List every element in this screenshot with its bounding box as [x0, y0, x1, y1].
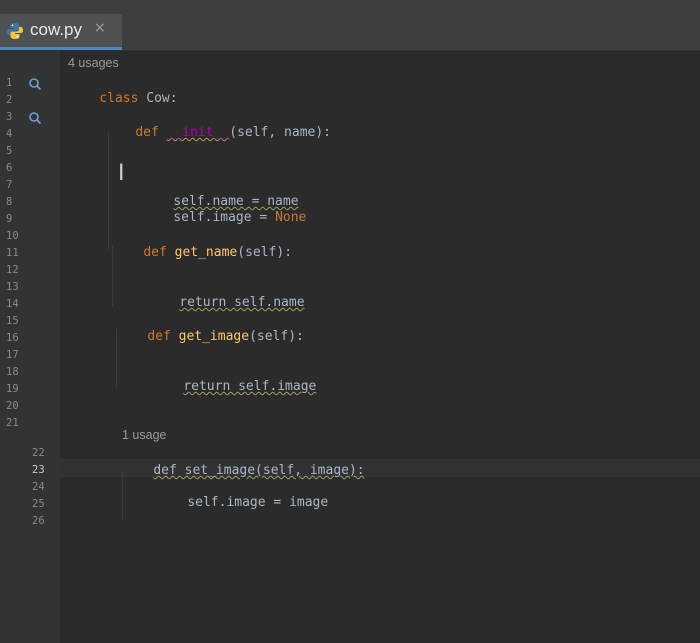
python-icon	[7, 23, 23, 39]
function-name: __init__	[166, 125, 230, 140]
usages-icon[interactable]	[28, 77, 42, 91]
function-name: get_image	[178, 329, 250, 344]
line-number: 18	[6, 366, 19, 378]
params: (self, name):	[229, 125, 331, 140]
tab-label: cow.py	[30, 20, 82, 39]
code-line-24: self.image = image	[156, 476, 328, 530]
attribute: self.image	[187, 495, 266, 510]
code-line-15: def get_image(self):	[116, 310, 304, 364]
assign-operator: =	[251, 210, 276, 225]
line-number: 10	[6, 230, 19, 242]
line-number-gutter: 1 2 3 4 5 6 7 8 9 10 11 12 13 14 15 16 1…	[0, 51, 60, 643]
usages-hint[interactable]: 1 usage	[122, 428, 166, 442]
keyword-def: def	[135, 125, 159, 140]
keyword-def: def	[147, 329, 171, 344]
line-number: 12	[6, 264, 19, 276]
line-number: 20	[6, 400, 19, 412]
keyword-class: class	[99, 91, 139, 106]
line-number: 17	[6, 349, 19, 361]
line-number: 11	[6, 247, 19, 259]
line-number: 13	[6, 281, 19, 293]
params: (self):	[249, 329, 304, 344]
statement: return self.name	[179, 295, 305, 310]
line-number: 14	[6, 298, 19, 310]
code-line-18: return self.image	[152, 360, 316, 414]
usages-icon[interactable]	[28, 111, 42, 125]
params: (self):	[237, 245, 293, 260]
line-number: 9	[6, 213, 13, 225]
value: image	[289, 495, 329, 510]
usages-hint[interactable]: 4 usages	[68, 56, 119, 70]
line-number: 6	[6, 162, 13, 174]
statement: return self.image	[183, 379, 317, 394]
tab-bar: cow.py ×	[0, 0, 700, 51]
line-number: 5	[6, 145, 13, 157]
line-number: 16	[6, 332, 19, 344]
attribute: self.image	[173, 210, 252, 225]
assign-operator: =	[265, 495, 290, 510]
keyword-def: def	[143, 245, 167, 260]
line-number: 2	[6, 94, 13, 106]
line-number: 19	[6, 383, 19, 395]
line-number: 21	[6, 417, 19, 429]
code-editor[interactable]: 4 usages class Cow: def __init__(self, n…	[60, 51, 700, 643]
code-line-10: def get_name(self):	[112, 226, 292, 280]
tab-cow-py[interactable]: cow.py ×	[0, 14, 122, 50]
close-icon[interactable]: ×	[94, 20, 106, 36]
text-cursor-icon: I	[118, 161, 125, 186]
class-name: Cow:	[146, 91, 178, 106]
function-name: get_name	[174, 245, 238, 260]
line-number: 7	[6, 179, 13, 191]
line-number: 8	[6, 196, 13, 208]
code-line-3: def __init__(self, name):	[104, 106, 331, 160]
line-number: 15	[6, 315, 19, 327]
line-number: 4	[6, 128, 13, 140]
none-literal: None	[275, 210, 307, 225]
